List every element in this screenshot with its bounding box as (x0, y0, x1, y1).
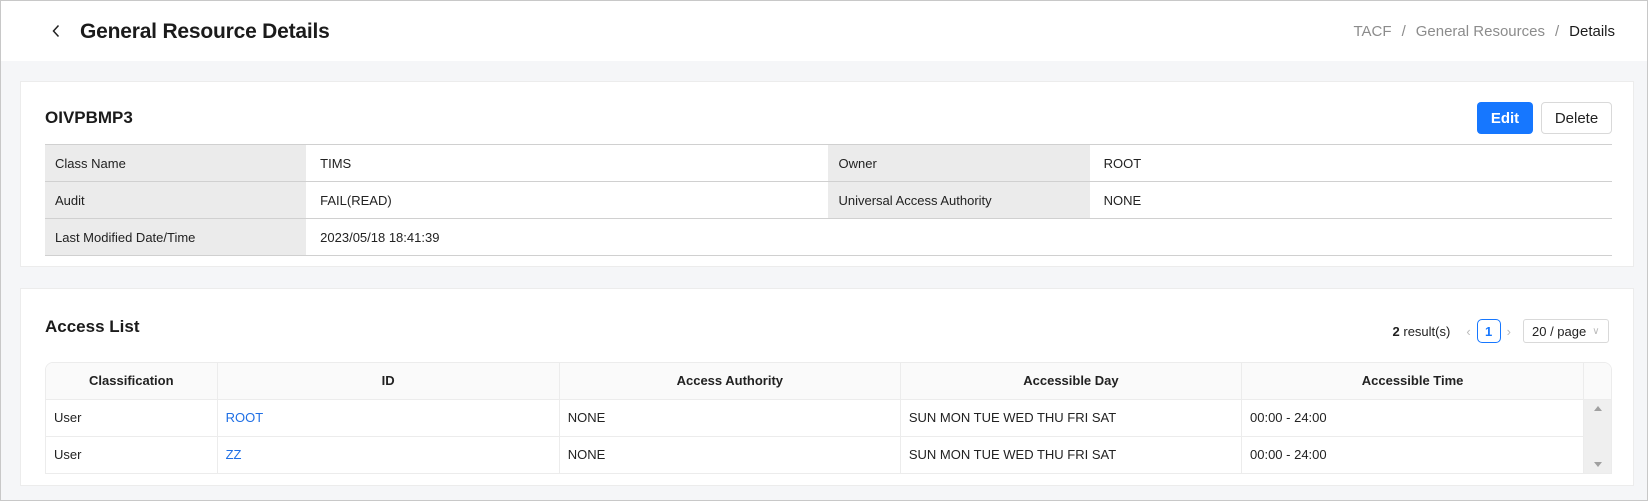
column-header-accessible-time[interactable]: Accessible Time (1241, 363, 1585, 400)
uacc-value: NONE (1089, 181, 1612, 219)
info-row: Class Name TIMS Owner ROOT (45, 144, 1612, 182)
id-link[interactable]: ZZ (217, 436, 560, 473)
breadcrumb-details: Details (1569, 23, 1615, 40)
next-page-icon[interactable]: › (1507, 324, 1511, 339)
vertical-scrollbar[interactable] (1583, 399, 1611, 473)
owner-value: ROOT (1089, 144, 1612, 182)
column-header-id[interactable]: ID (217, 363, 560, 400)
page-1-button[interactable]: 1 (1476, 319, 1501, 343)
access-authority-cell: NONE (559, 399, 901, 437)
access-list-card: Access List 2 result(s) ‹ 1 › 20 / page … (20, 288, 1634, 486)
table-header-row: Classification ID Access Authority Acces… (46, 363, 1611, 400)
resource-name: OIVPBMP3 (45, 108, 133, 127)
info-row: Audit FAIL(READ) Universal Access Author… (45, 181, 1612, 219)
chevron-left-icon (52, 24, 60, 38)
result-count-number: 2 (1392, 323, 1400, 339)
audit-value: FAIL(READ) (306, 181, 829, 219)
last-modified-value: 2023/05/18 18:41:39 (306, 218, 1612, 256)
column-header-access-authority[interactable]: Access Authority (559, 363, 901, 400)
prev-page-icon[interactable]: ‹ (1466, 324, 1470, 339)
column-header-accessible-day[interactable]: Accessible Day (900, 363, 1243, 400)
edit-button[interactable]: Edit (1477, 102, 1533, 134)
id-link[interactable]: ROOT (217, 399, 560, 437)
scroll-up-arrow-icon[interactable] (1593, 405, 1602, 411)
access-table: Classification ID Access Authority Acces… (46, 363, 1611, 473)
class-name-value: TIMS (306, 144, 829, 182)
resource-details-card: OIVPBMP3 Edit Delete Class Name TIMS Own… (20, 81, 1634, 267)
breadcrumb-separator: / (1554, 23, 1560, 40)
chevron-down-icon: ∨ (1592, 325, 1600, 337)
page-title: General Resource Details (80, 20, 330, 43)
accessible-day-cell: SUN MON TUE WED THU FRI SAT (900, 436, 1243, 473)
info-row: Last Modified Date/Time 2023/05/18 18:41… (45, 218, 1612, 256)
access-authority-cell: NONE (559, 436, 901, 473)
accessible-day-cell: SUN MON TUE WED THU FRI SAT (900, 399, 1243, 437)
owner-label: Owner (828, 144, 1090, 182)
classification-cell: User (46, 436, 218, 473)
last-modified-label: Last Modified Date/Time (45, 218, 307, 256)
back-button[interactable] (45, 19, 67, 43)
delete-button[interactable]: Delete (1541, 102, 1612, 134)
audit-label: Audit (45, 181, 307, 219)
scrollbar-header-gutter (1583, 363, 1611, 400)
access-list-title: Access List (45, 317, 140, 336)
page-header: General Resource Details TACF / General … (1, 1, 1647, 61)
page-size-select[interactable]: 20 / page ∨ (1523, 319, 1609, 343)
resource-info-table: Class Name TIMS Owner ROOT Audit FAIL(RE… (45, 144, 1612, 256)
accessible-time-cell: 00:00 - 24:00 (1241, 399, 1585, 437)
pagination: 2 result(s) ‹ 1 › 20 / page ∨ (1393, 319, 1609, 343)
classification-cell: User (46, 399, 218, 437)
class-name-label: Class Name (45, 144, 307, 182)
page-size-value: 20 / page (1532, 323, 1587, 339)
column-header-classification[interactable]: Classification (46, 363, 218, 400)
breadcrumb-separator: / (1401, 23, 1406, 40)
breadcrumb-tacf[interactable]: TACF (1354, 23, 1392, 40)
breadcrumb-general-resources[interactable]: General Resources (1416, 23, 1545, 40)
result-count-suffix: result(s) (1399, 323, 1451, 339)
app-frame: General Resource Details TACF / General … (0, 0, 1648, 501)
accessible-time-cell: 00:00 - 24:00 (1241, 436, 1585, 473)
table-row[interactable]: User ZZ NONE SUN MON TUE WED THU FRI SAT… (46, 436, 1611, 473)
scroll-down-arrow-icon[interactable] (1593, 462, 1602, 467)
uacc-label: Universal Access Authority (828, 181, 1090, 219)
table-row[interactable]: User ROOT NONE SUN MON TUE WED THU FRI S… (46, 399, 1611, 473)
access-table-container: Classification ID Access Authority Acces… (45, 362, 1612, 474)
result-count: 2 result(s) (1393, 324, 1451, 339)
breadcrumb: TACF / General Resources / Details (1354, 23, 1616, 40)
